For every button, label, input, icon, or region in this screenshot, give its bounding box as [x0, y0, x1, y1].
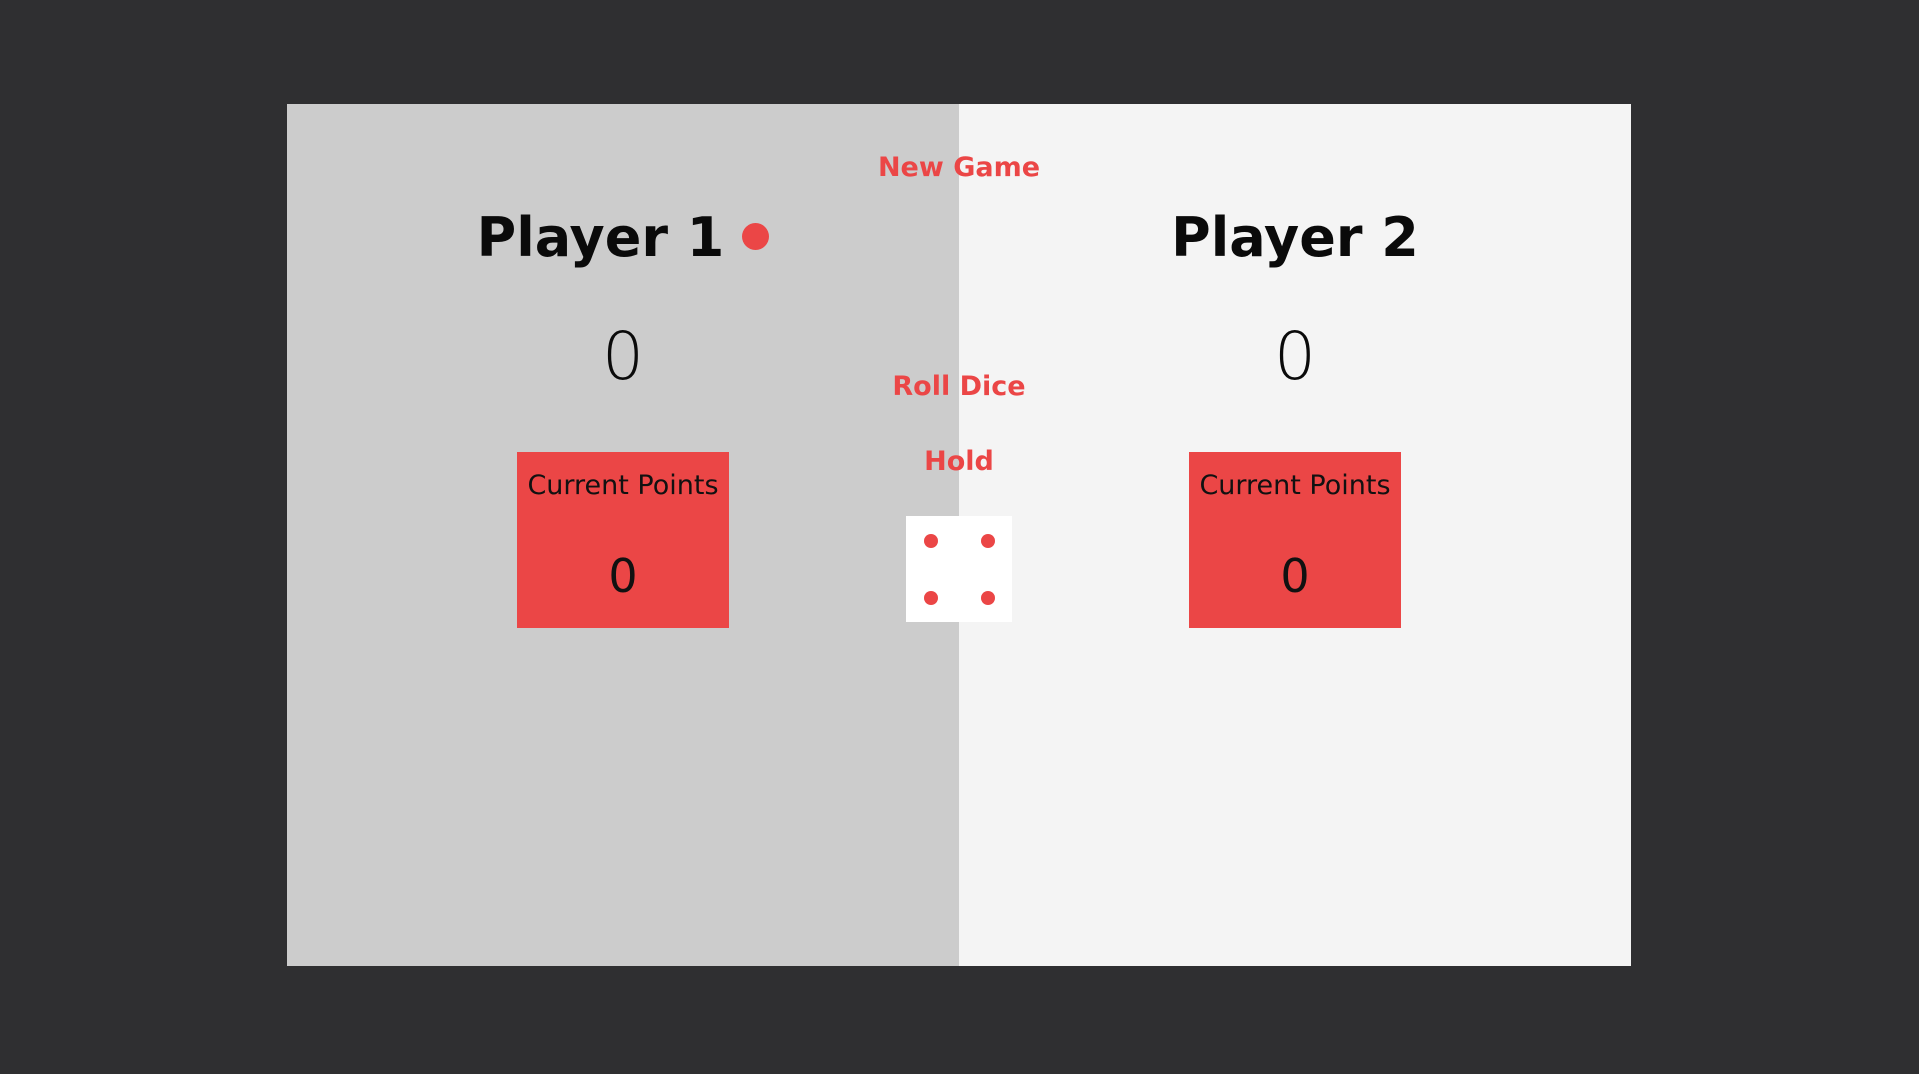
player-1-current-value: 0 — [608, 549, 638, 603]
player-2-current-box: Current Points 0 — [1189, 452, 1401, 628]
player-1-panel: Player 1 0 Current Points 0 — [287, 104, 959, 966]
dice-pip — [924, 534, 938, 548]
player-1-name-heading: Player 1 — [287, 202, 959, 274]
hold-button[interactable]: Hold — [859, 444, 1059, 480]
active-player-indicator-icon — [742, 222, 770, 250]
player-2-name-heading: Player 2 — [959, 202, 1631, 274]
dice-pip — [981, 591, 995, 605]
dice-pip — [981, 534, 995, 548]
player-2-current-label: Current Points — [1199, 470, 1391, 501]
player-1-current-box: Current Points 0 — [517, 452, 729, 628]
player-2-name: Player 2 — [1171, 206, 1419, 269]
player-1-name: Player 1 — [476, 206, 725, 269]
roll-dice-button[interactable]: Roll Dice — [859, 369, 1059, 405]
player-2-current-value: 0 — [1280, 549, 1310, 603]
dice-face-icon — [906, 516, 1012, 622]
player-1-current-label: Current Points — [527, 470, 719, 501]
player-2-total-score: 0 — [1274, 318, 1316, 395]
dice-pip — [924, 591, 938, 605]
player-2-panel: Player 2 0 Current Points 0 — [959, 104, 1631, 966]
new-game-button[interactable]: New Game — [859, 150, 1059, 186]
